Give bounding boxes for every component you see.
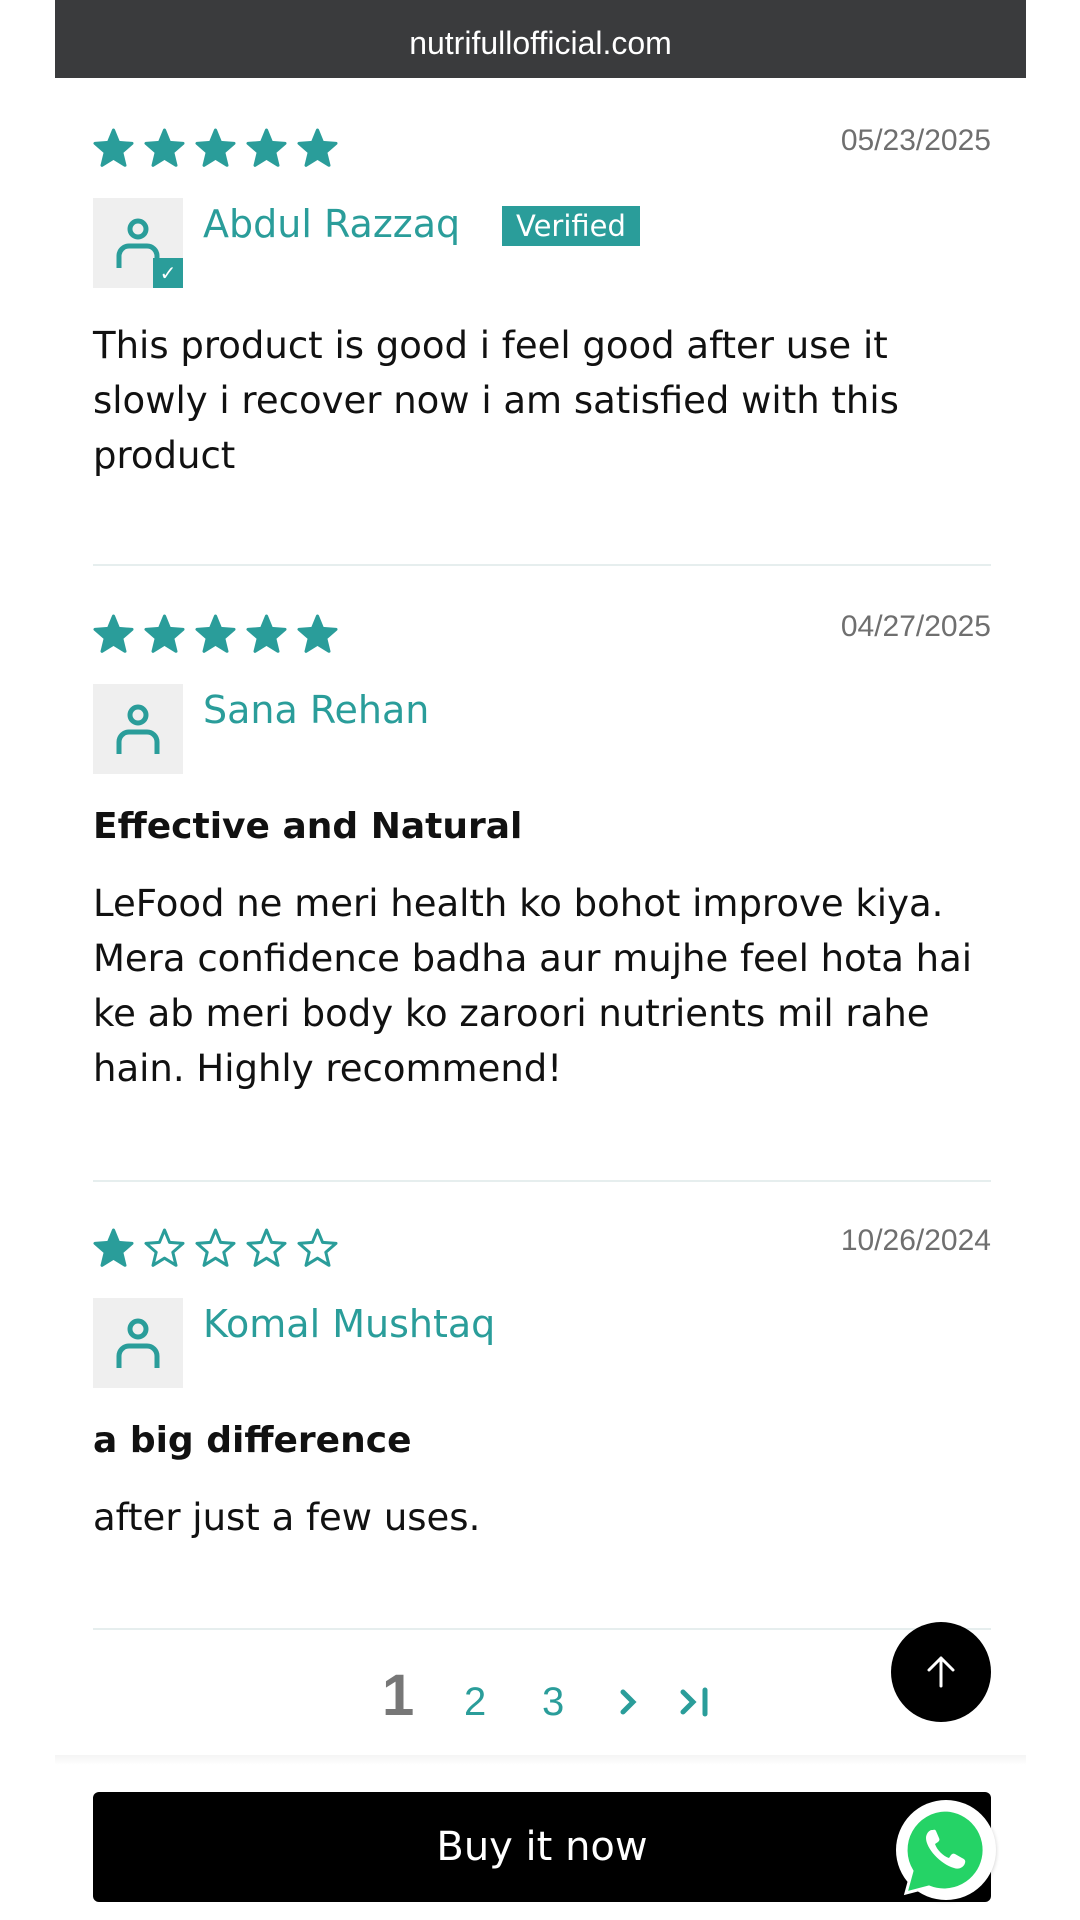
review-date: 10/26/2024 bbox=[840, 1224, 991, 1257]
sticky-bar-shadow bbox=[55, 1755, 1026, 1765]
star-rating bbox=[93, 614, 338, 655]
star-filled-icon bbox=[144, 614, 185, 653]
star-filled-icon bbox=[93, 614, 134, 653]
star-filled-icon bbox=[246, 128, 287, 167]
buy-button-label: Buy it now bbox=[436, 1824, 648, 1870]
browser-url-bar[interactable]: nutrifullofficial.com bbox=[55, 0, 1026, 78]
review-title: a big difference bbox=[93, 1420, 412, 1461]
divider bbox=[93, 1180, 991, 1182]
avatar bbox=[93, 684, 183, 774]
review-date: 05/23/2025 bbox=[840, 124, 991, 157]
verified-badge: Verified bbox=[502, 206, 640, 246]
star-filled-icon bbox=[246, 614, 287, 653]
avatar: ✓ bbox=[93, 198, 183, 288]
buy-it-now-button[interactable]: Buy it now bbox=[93, 1792, 991, 1902]
reviewer-name: Komal Mushtaq bbox=[203, 1302, 496, 1346]
star-filled-icon bbox=[297, 614, 338, 653]
url-text: nutrifullofficial.com bbox=[409, 24, 672, 61]
whatsapp-chat-button[interactable] bbox=[896, 1800, 996, 1900]
star-filled-icon bbox=[297, 128, 338, 167]
review-body: LeFood ne meri health ko bohot improve k… bbox=[93, 882, 973, 1090]
star-filled-icon bbox=[195, 614, 236, 653]
review-item: 05/23/2025 ✓ Abdul Razzaq Verified This … bbox=[93, 120, 991, 520]
arrow-up-icon bbox=[927, 1656, 955, 1688]
chevron-right-icon bbox=[620, 1689, 637, 1715]
page-1-current[interactable]: 1 bbox=[382, 1662, 414, 1729]
last-page-icon bbox=[680, 1687, 708, 1717]
star-outline-icon bbox=[144, 1228, 185, 1267]
review-item: 04/27/2025 Sana Rehan Effective and Natu… bbox=[93, 606, 991, 1106]
star-outline-icon bbox=[246, 1228, 287, 1267]
verified-check-icon: ✓ bbox=[153, 258, 183, 288]
divider bbox=[93, 564, 991, 566]
star-filled-icon bbox=[93, 128, 134, 167]
star-outline-icon bbox=[195, 1228, 236, 1267]
avatar bbox=[93, 1298, 183, 1388]
star-filled-icon bbox=[195, 128, 236, 167]
whatsapp-icon bbox=[900, 1804, 992, 1896]
next-page-button[interactable] bbox=[617, 1684, 641, 1730]
reviewer-name: Abdul Razzaq bbox=[203, 202, 461, 246]
review-body: after just a few uses. bbox=[93, 1496, 481, 1539]
review-item: 10/26/2024 Komal Mushtaq a big differenc… bbox=[93, 1220, 991, 1600]
page-3-link[interactable]: 3 bbox=[542, 1680, 564, 1725]
review-date: 04/27/2025 bbox=[840, 610, 991, 643]
review-title: Effective and Natural bbox=[93, 806, 523, 847]
review-body: This product is good i feel good after u… bbox=[93, 324, 899, 477]
last-page-button[interactable] bbox=[677, 1684, 713, 1730]
star-outline-icon bbox=[297, 1228, 338, 1267]
divider bbox=[93, 1628, 991, 1630]
star-filled-icon bbox=[93, 1228, 134, 1267]
star-filled-icon bbox=[144, 128, 185, 167]
scroll-to-top-button[interactable] bbox=[891, 1622, 991, 1722]
star-rating bbox=[93, 128, 338, 169]
star-rating bbox=[93, 1228, 338, 1269]
user-icon bbox=[116, 704, 160, 754]
reviewer-name: Sana Rehan bbox=[203, 688, 430, 732]
user-icon bbox=[116, 1318, 160, 1368]
page-2-link[interactable]: 2 bbox=[464, 1680, 486, 1725]
